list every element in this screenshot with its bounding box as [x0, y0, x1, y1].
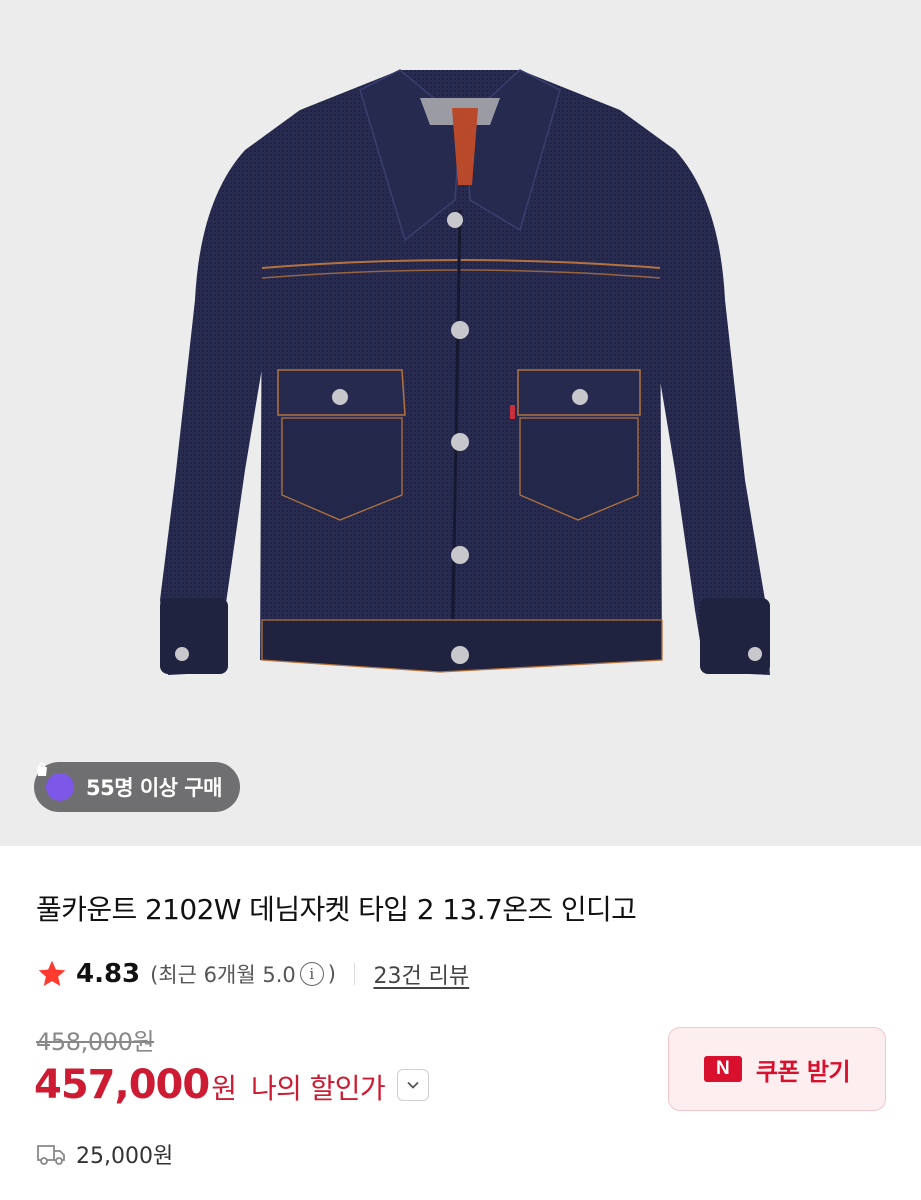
- truck-icon: [37, 1145, 65, 1165]
- my-discount-label: 나의 할인가: [250, 1072, 386, 1105]
- star-icon: [38, 960, 66, 986]
- info-icon[interactable]: i: [299, 962, 324, 986]
- chevron-down-icon: [407, 1081, 419, 1089]
- original-price: 458,000원: [36, 1028, 155, 1056]
- shopping-bag-icon: [37, 762, 74, 801]
- rating-score: 4.83: [76, 959, 141, 989]
- shipping-row: 25,000원: [36, 1138, 173, 1170]
- recent-rating-close: ): [327, 962, 336, 986]
- divider: [353, 963, 356, 985]
- shipping-fee: 25,000원: [76, 1144, 174, 1169]
- discount-price: 457,000: [34, 1062, 210, 1108]
- price-unit: 원: [211, 1072, 237, 1105]
- recent-rating-text: (최근 6개월 5.0: [150, 963, 296, 987]
- n-coupon-icon: N: [703, 1056, 742, 1082]
- coupon-label: 쿠폰 받기: [755, 1057, 851, 1086]
- buyer-count-text: 55명 이상 구매: [86, 776, 222, 800]
- price-detail-toggle[interactable]: [397, 1069, 430, 1101]
- buyer-count-badge: 55명 이상 구매: [34, 762, 240, 812]
- price-row: 457,000 원 나의 할인가: [34, 1062, 430, 1108]
- coupon-button[interactable]: N 쿠폰 받기: [668, 1027, 886, 1111]
- product-image: [160, 69, 770, 675]
- recent-rating: (최근 6개월 5.0 i ): [150, 959, 336, 989]
- rating-row: 4.83 (최근 6개월 5.0 i ) 23건 리뷰: [36, 955, 469, 993]
- review-count-link[interactable]: 23건 리뷰: [373, 958, 469, 990]
- product-title: 풀카운트 2102W 데님자켓 타입 2 13.7온즈 인디고: [36, 893, 637, 926]
- product-image-area[interactable]: 55명 이상 구매: [0, 0, 921, 846]
